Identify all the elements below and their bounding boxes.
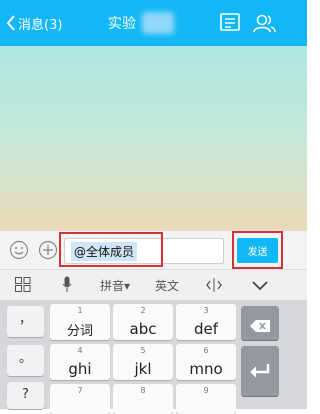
emoji-icon[interactable] (9, 240, 29, 260)
enter-icon (250, 363, 270, 382)
microphone-icon[interactable] (62, 276, 72, 296)
comma-key[interactable]: ， (7, 306, 44, 337)
chat-title: 实验 (108, 16, 136, 32)
key-3[interactable]: 3 def (176, 304, 236, 340)
chat-header: 消息(3) 实验 (0, 0, 307, 46)
backspace-key[interactable] (241, 306, 279, 340)
back-button[interactable]: 消息(3) (6, 12, 62, 34)
collapse-keyboard-icon[interactable] (252, 280, 268, 294)
key-7[interactable]: 7 (50, 384, 110, 414)
question-key[interactable]: ? (7, 382, 44, 409)
enter-key[interactable] (241, 346, 279, 396)
t9-keyboard: ， 。 ? 1 分词 2 abc 3 def 4 ghi 5 jkl 6 mno… (0, 300, 307, 414)
backspace-icon (250, 317, 270, 336)
key-6[interactable]: 6 mno (176, 344, 236, 380)
cursor-move-icon[interactable] (206, 278, 222, 295)
title-redaction (142, 12, 174, 34)
grid-menu-icon[interactable] (15, 277, 31, 295)
chat-message-area[interactable] (0, 46, 307, 230)
input-highlight-box (59, 232, 163, 267)
key-1[interactable]: 1 分词 (50, 304, 110, 340)
key-2[interactable]: 2 abc (113, 304, 173, 340)
dropdown-arrow-icon: ▾ (124, 279, 131, 293)
keyboard-toolbar: 拼音▾ 英文 (0, 269, 307, 301)
key-9[interactable]: 9 (176, 384, 236, 414)
key-5[interactable]: 5 jkl (113, 344, 173, 380)
period-key[interactable]: 。 (7, 345, 44, 376)
send-highlight-box (232, 231, 283, 269)
english-mode[interactable]: 英文 (155, 277, 179, 294)
key-4[interactable]: 4 ghi (50, 344, 110, 380)
chevron-left-icon (6, 15, 16, 31)
group-members-icon[interactable] (252, 13, 276, 33)
plus-icon[interactable] (38, 240, 58, 260)
group-profile-icon[interactable] (220, 13, 242, 33)
pinyin-mode[interactable]: 拼音▾ (100, 277, 130, 294)
back-label: 消息(3) (18, 17, 63, 33)
key-8[interactable]: 8 (113, 384, 173, 414)
input-bar: @全体成员 发送 (0, 230, 307, 269)
pinyin-label: 拼音 (100, 279, 125, 293)
